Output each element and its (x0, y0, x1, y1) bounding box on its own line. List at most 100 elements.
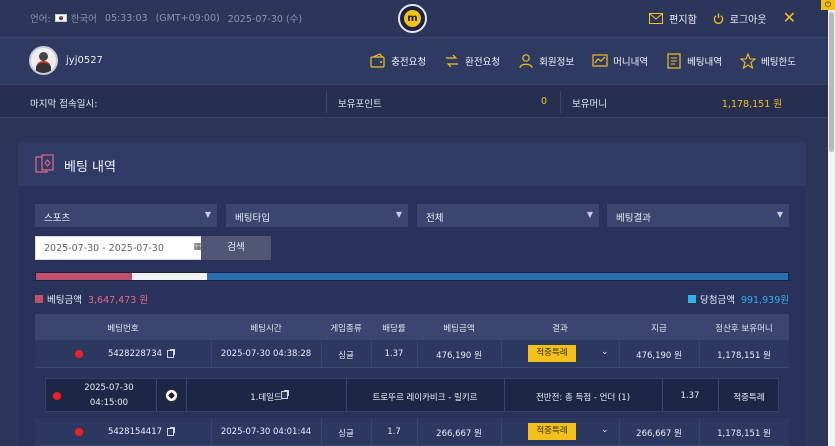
nav-money-label: 머니내역 (613, 57, 649, 68)
col-odds: 배당률 (382, 324, 406, 334)
star-icon (740, 53, 757, 69)
bet-result-select-value: 베팅결과 (616, 213, 651, 224)
top-bar: 언어: 한국어 05:33:03 (GMT+09:00) 2025-07-30 … (0, 0, 828, 38)
table-row[interactable]: 5428228734 2025-07-30 04:38:28 싱글 1.37 4… (35, 340, 789, 368)
copy-icon[interactable] (281, 391, 288, 399)
extension-badge-icon[interactable]: ⏻ (821, 0, 835, 10)
col-bet-id: 베팅번호 (107, 324, 139, 334)
points-label: 보유포인트 (338, 99, 382, 110)
col-bet-amount: 베팅금액 (443, 324, 475, 334)
table-row[interactable]: 5428154417 2025-07-30 04:01:44 싱글 1.7 26… (35, 418, 789, 446)
game-type: 싱글 (338, 351, 354, 361)
copy-icon[interactable] (167, 428, 174, 436)
timezone: (GMT+09:00) (155, 12, 220, 24)
bet-amount-label: 베팅금액 (47, 295, 82, 306)
cell-divider (156, 379, 157, 411)
ratio-segment-win (207, 273, 788, 280)
status-dot-icon (53, 392, 61, 400)
status-select[interactable]: 전체 ▼ (417, 204, 599, 227)
mailbox-button[interactable]: 편지함 (649, 11, 697, 26)
page-title: 베팅 내역 (64, 160, 116, 175)
site-logo[interactable]: m (398, 4, 427, 33)
bet-amount-value: 3,647,473 원 (87, 295, 149, 306)
page-scrollbar[interactable] (828, 10, 835, 446)
nav-withdraw-label: 환전요청 (465, 57, 501, 68)
nav-deposit-label: 충전요청 (391, 57, 427, 68)
nav-bet-limit[interactable]: 베팅한도 (740, 53, 796, 69)
nav-withdraw-request[interactable]: 환전요청 (444, 53, 500, 69)
win-amount-value: 991,939원 (740, 295, 789, 306)
chevron-down-icon[interactable]: ⌄ (601, 347, 609, 357)
locale-info: 언어: 한국어 05:33:03 (GMT+09:00) 2025-07-30 … (30, 11, 302, 26)
clock: 05:33:03 (104, 12, 148, 24)
win-legend-swatch (688, 295, 696, 303)
cell-divider (501, 340, 502, 367)
nav-deposit-request[interactable]: 충전요청 (370, 53, 426, 69)
logo-letter: m (404, 10, 421, 27)
avatar[interactable] (29, 46, 58, 75)
nav-member-info[interactable]: 회원정보 (518, 53, 574, 69)
chevron-down-icon: ▼ (395, 210, 402, 219)
date-range-input[interactable]: 2025-07-30 - 2025-07-30 ▦ (35, 236, 208, 260)
nav-bet-history[interactable]: 베팅내역 (666, 53, 722, 69)
bet-win-ratio-bar (35, 272, 789, 281)
copy-icon[interactable] (167, 350, 174, 358)
bet-type-select[interactable]: 베팅타입 ▼ (226, 204, 408, 227)
bet-result-select[interactable]: 베팅결과 ▼ (607, 204, 789, 227)
detail-odds: 1.37 (680, 391, 700, 401)
exchange-icon (446, 54, 459, 68)
detail-match: 트로뚜르 레이카비크 - 릴키르 (372, 393, 478, 403)
bet-legend-swatch (35, 295, 43, 303)
cards-icon (35, 154, 54, 173)
nav-money-history[interactable]: 머니내역 (592, 53, 648, 69)
win-amount-label: 당첨금액 (700, 295, 735, 306)
col-balance: 정산후 보유머니 (715, 324, 773, 334)
close-icon[interactable]: ✕ (783, 10, 796, 26)
date-range-value: 2025-07-30 - 2025-07-30 (44, 243, 164, 254)
info-divider (560, 91, 561, 113)
payout: 476,190 원 (636, 351, 682, 361)
col-payout: 지급 (651, 324, 667, 334)
chevron-down-icon: ▼ (586, 210, 593, 219)
status-select-value: 전체 (426, 213, 444, 224)
korea-flag-icon[interactable] (54, 14, 67, 22)
game-type: 싱글 (338, 429, 354, 439)
sport-select[interactable]: 스포츠 ▼ (35, 204, 217, 227)
soccer-ball-icon (165, 389, 178, 402)
mailbox-label: 편지함 (669, 14, 697, 26)
scrollbar-thumb[interactable] (829, 12, 834, 152)
result-badge: 적중특례 (528, 345, 576, 362)
account-info-bar: 마지막 접속일시: 보유포인트 0 보유머니 1,178,151 원 (0, 84, 828, 118)
status-dot-icon (75, 428, 83, 436)
chevron-down-icon[interactable]: ⌄ (601, 425, 609, 435)
lang-label: 언어: (30, 14, 51, 25)
info-divider (326, 91, 327, 113)
detail-date: 2025-07-30 (84, 383, 134, 393)
wallet-icon (370, 53, 385, 68)
bet-id: 5428228734 (107, 349, 163, 359)
power-icon (713, 12, 723, 24)
detail-time: 04:15:00 (89, 398, 129, 408)
ratio-segment-bet (36, 273, 133, 280)
panel-header: 베팅 내역 (18, 142, 806, 186)
bet-time: 2025-07-30 04:01:44 (220, 427, 312, 437)
cell-divider (501, 418, 502, 445)
bet-detail-row: 2025-07-30 04:15:00 1.데일드 트로뚜르 레이카비크 - 릴… (45, 378, 779, 412)
bet-history-panel: 베팅 내역 스포츠 ▼ 베팅타입 ▼ 전체 ▼ 베팅결과 ▼ 2025-07-30 - … (18, 142, 806, 446)
sport-select-value: 스포츠 (44, 213, 71, 224)
detail-league: 1.데일드 (250, 393, 282, 403)
lang-select[interactable]: 한국어 (71, 11, 97, 25)
receipt-icon (667, 53, 681, 69)
logout-button[interactable]: 로그아웃 (713, 11, 767, 26)
search-button[interactable]: 검색 (201, 236, 271, 260)
ratio-segment-mid (132, 273, 208, 280)
last-login-label: 마지막 접속일시: (30, 99, 98, 110)
chart-icon (592, 54, 608, 67)
money-label: 보유머니 (572, 99, 607, 110)
bet-time: 2025-07-30 04:38:28 (220, 349, 312, 359)
bet-id: 5428154417 (107, 427, 163, 437)
balance: 1,178,151 원 (717, 429, 771, 439)
payout: 266,667 원 (636, 429, 682, 439)
logout-label: 로그아웃 (729, 14, 767, 26)
win-amount-legend: 당첨금액 991,939원 (688, 292, 789, 306)
